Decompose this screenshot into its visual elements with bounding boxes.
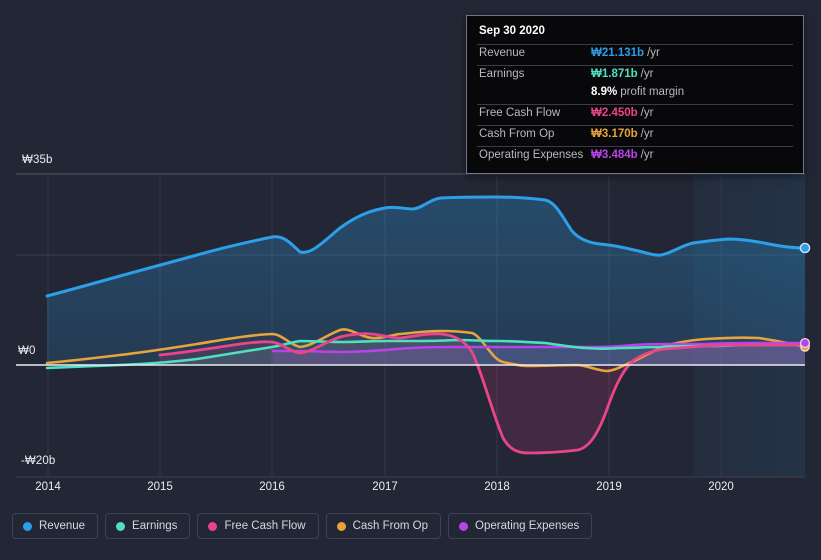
tooltip-value-profit-margin: 8.9%: [591, 86, 618, 98]
x-axis-label-2014: 2014: [35, 481, 61, 493]
y-axis-label-zero: ₩0: [18, 345, 40, 357]
tooltip-value-operating-expenses: ₩3.484b: [591, 149, 638, 161]
legend-label-revenue: Revenue: [39, 520, 86, 532]
x-axis-label-2020: 2020: [708, 481, 734, 493]
legend-dot-operating-expenses-icon: [459, 521, 469, 531]
legend-item-free-cash-flow[interactable]: Free Cash Flow: [197, 513, 319, 539]
tooltip-label-profit-margin: profit margin: [620, 86, 685, 98]
y-axis-label-bottom: -₩20b: [21, 455, 60, 467]
x-axis-label-2015: 2015: [147, 481, 173, 493]
x-axis-label-2018: 2018: [484, 481, 510, 493]
chart-legend: Revenue Earnings Free Cash Flow Cash Fro…: [12, 513, 593, 539]
legend-dot-earnings-icon: [116, 521, 126, 531]
legend-item-cash-from-op[interactable]: Cash From Op: [325, 513, 442, 539]
tooltip-value-free-cash-flow: ₩2.450b: [591, 107, 638, 119]
x-axis-label-2019: 2019: [596, 481, 622, 493]
tooltip-suffix-revenue: /yr: [647, 47, 660, 59]
tooltip-suffix-earnings: /yr: [640, 68, 654, 80]
legend-label-free-cash-flow: Free Cash Flow: [224, 520, 306, 532]
legend-label-earnings: Earnings: [132, 520, 178, 532]
tooltip-suffix-cash-from-op: /yr: [640, 128, 654, 140]
y-axis-label-top: ₩35b: [22, 154, 57, 166]
tooltip-label-free-cash-flow: Free Cash Flow: [479, 107, 561, 119]
legend-item-earnings[interactable]: Earnings: [105, 513, 191, 539]
legend-item-operating-expenses[interactable]: Operating Expenses: [448, 513, 593, 539]
tooltip-label-earnings: Earnings: [479, 68, 525, 80]
tooltip-value-cash-from-op: ₩3.170b: [591, 128, 638, 140]
legend-dot-cash-from-op-icon: [336, 521, 346, 531]
legend-dot-free-cash-flow-icon: [208, 521, 218, 531]
tooltip-row-profit-margin: 8.9% profit margin: [477, 86, 793, 104]
tooltip-value-earnings: ₩1.871b: [591, 68, 638, 80]
tooltip-row-earnings: Earnings ₩1.871b /yr: [477, 65, 793, 86]
tooltip-label-cash-from-op: Cash From Op: [479, 128, 555, 140]
tooltip-label-operating-expenses: Operating Expenses: [479, 149, 584, 161]
tooltip-row-revenue: Revenue ₩21.131b /yr: [477, 44, 793, 65]
x-axis-label-2017: 2017: [372, 481, 398, 493]
legend-item-revenue[interactable]: Revenue: [12, 513, 99, 539]
tooltip-label-revenue: Revenue: [479, 47, 526, 59]
tooltip-date: Sep 30 2020: [479, 25, 545, 37]
tooltip-row-cash-from-op: Cash From Op ₩3.170b /yr: [477, 125, 793, 146]
legend-label-cash-from-op: Cash From Op: [352, 520, 429, 532]
tooltip-suffix-free-cash-flow: /yr: [640, 107, 654, 119]
legend-dot-revenue-icon: [23, 521, 32, 531]
legend-label-operating-expenses: Operating Expenses: [475, 520, 580, 532]
tooltip-row-operating-expenses: Operating Expenses ₩3.484b /yr: [477, 146, 793, 167]
tooltip-value-revenue: ₩21.131b: [591, 47, 645, 59]
tooltip-row-free-cash-flow: Free Cash Flow ₩2.450b /yr: [477, 104, 793, 125]
x-axis-label-2016: 2016: [259, 481, 285, 493]
tooltip-suffix-operating-expenses: /yr: [640, 149, 654, 161]
chart-tooltip: Sep 30 2020 Revenue ₩21.131b /yr Earning…: [466, 15, 804, 174]
